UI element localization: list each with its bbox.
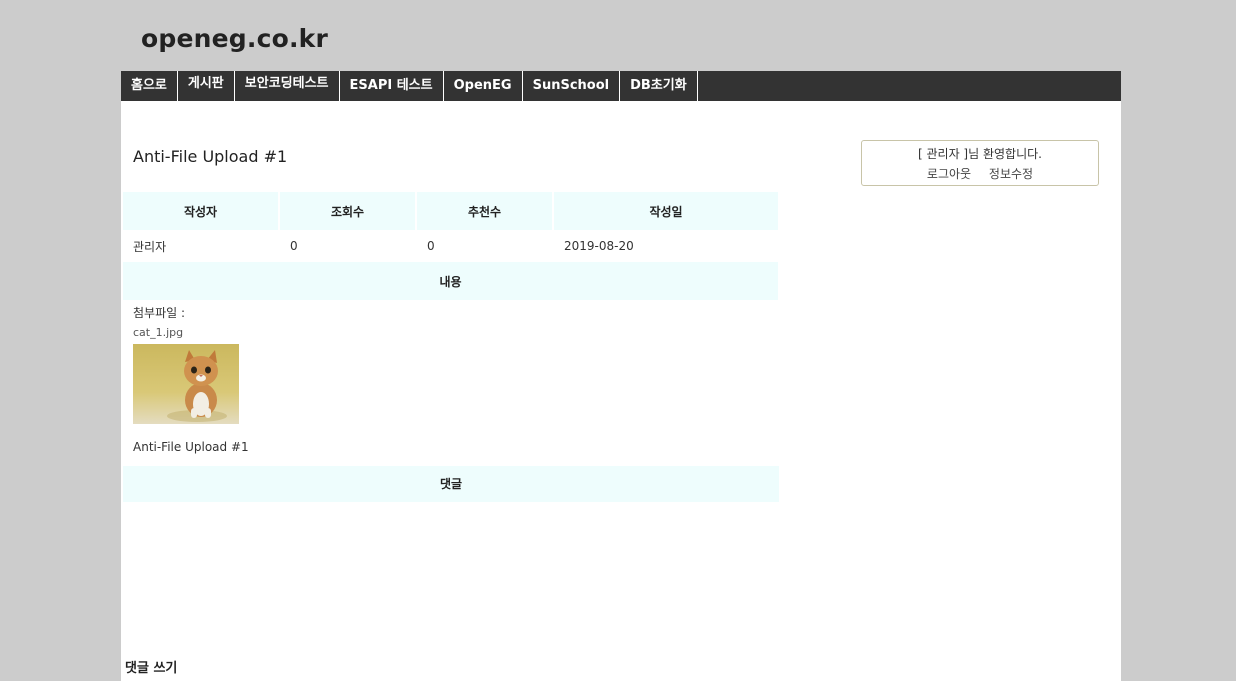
post-body: Anti-File Upload #1 [133, 440, 249, 454]
nav-db-reset[interactable]: DB초기화 [620, 71, 698, 101]
login-links: 로그아웃 정보수정 [862, 165, 1098, 182]
logout-link[interactable]: 로그아웃 [927, 167, 971, 181]
recommends-header: 추천수 [417, 192, 552, 230]
post-info-table: 작성자 조회수 추천수 작성일 관리자 0 0 2019-08-20 내용 [121, 192, 780, 300]
views-header: 조회수 [280, 192, 415, 230]
attachment-filename[interactable]: cat_1.jpg [133, 326, 183, 339]
table-row: 관리자 0 0 2019-08-20 [123, 230, 778, 262]
comment-header: 댓글 [123, 466, 779, 502]
author-header: 작성자 [123, 192, 278, 230]
author-value: 관리자 [133, 239, 167, 254]
date-header: 작성일 [554, 192, 778, 230]
login-box: [ 관리자 ]님 환영합니다. 로그아웃 정보수정 [861, 140, 1099, 186]
attachment-label: 첨부파일 : [133, 306, 186, 320]
nav-openeg[interactable]: OpenEG [444, 71, 523, 101]
welcome-message: [ 관리자 ]님 환영합니다. [918, 147, 1042, 161]
nav-home[interactable]: 홈으로 [121, 71, 178, 101]
main-nav: 홈으로 게시판 보안코딩테스트 ESAPI 테스트 OpenEG SunScho… [121, 71, 1121, 101]
views-value: 0 [290, 239, 298, 253]
recommends-value: 0 [427, 239, 435, 253]
site-title[interactable]: openeg.co.kr [141, 24, 328, 53]
nav-esapi-test[interactable]: ESAPI 테스트 [340, 71, 444, 101]
nav-sunschool[interactable]: SunSchool [523, 71, 621, 101]
table-header-row: 작성자 조회수 추천수 작성일 [123, 192, 778, 230]
content-header: 내용 [123, 262, 778, 300]
content-header-row: 내용 [123, 262, 778, 300]
nav-board[interactable]: 게시판 [178, 71, 235, 101]
edit-profile-link[interactable]: 정보수정 [989, 167, 1033, 181]
content-area: Anti-File Upload #1 작성자 조회수 추천수 작성일 관리자 … [121, 101, 1121, 681]
nav-secure-coding-test[interactable]: 보안코딩테스트 [235, 71, 340, 101]
date-value: 2019-08-20 [564, 239, 634, 253]
kitten-photo [133, 344, 239, 424]
comment-write-label: 댓글 쓰기 [125, 661, 178, 676]
post-title: Anti-File Upload #1 [133, 147, 288, 166]
